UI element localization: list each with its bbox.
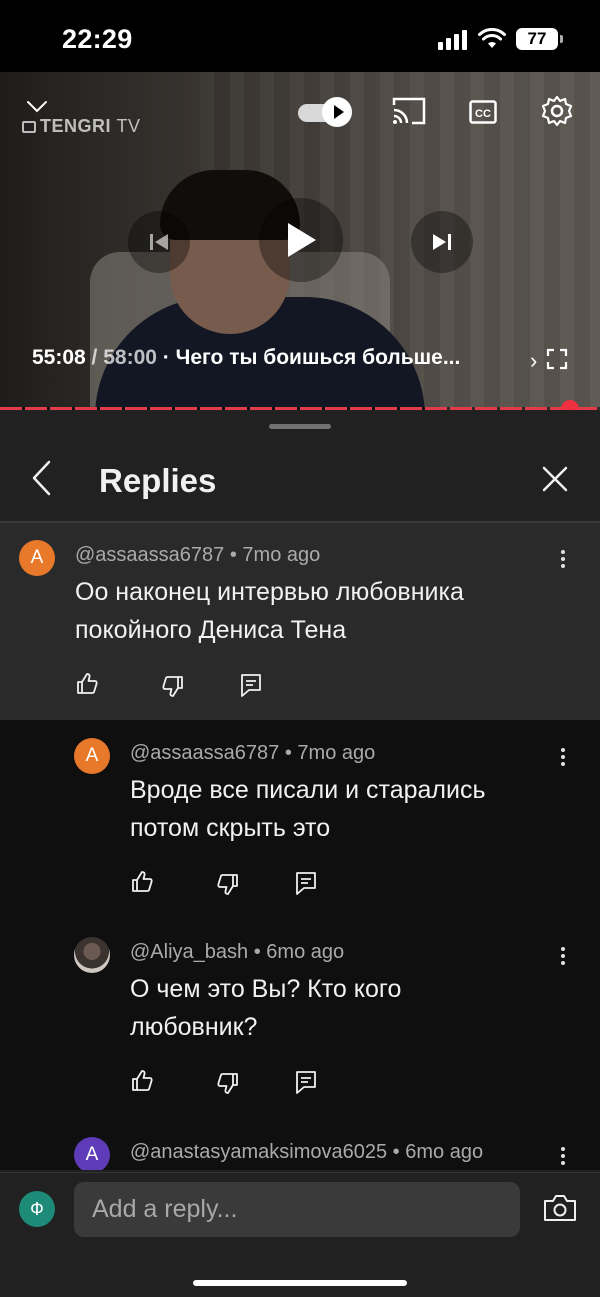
dislike-icon[interactable] <box>216 1071 240 1095</box>
fullscreen-icon[interactable] <box>546 348 568 370</box>
comment-author[interactable]: @anastasyamaksimova6025 <box>130 1141 387 1163</box>
more-options-icon[interactable] <box>561 550 567 571</box>
chevron-right-icon[interactable]: › <box>530 348 537 374</box>
my-avatar: Ф <box>19 1191 55 1227</box>
like-icon[interactable] <box>130 1069 154 1093</box>
reply-comment: A @anastasyamaksimova6025 • 6mo ago <box>0 1120 600 1170</box>
home-indicator <box>193 1280 407 1286</box>
comment-author[interactable]: @assaassa6787 <box>75 544 224 566</box>
like-icon[interactable] <box>75 672 99 696</box>
comment-text: Оо наконец интервью любовника покойного … <box>75 578 464 644</box>
comment-meta: @assaassa6787 • 7mo ago <box>130 742 376 764</box>
sheet-header: Replies <box>0 440 600 520</box>
next-icon <box>433 234 451 250</box>
play-small-icon <box>322 97 352 127</box>
comment-meta: @anastasyamaksimova6025 • 6mo ago <box>130 1141 484 1163</box>
parent-comment: A @assaassa6787 • 7mo ago Оо наконец инт… <box>0 523 600 720</box>
comment-text: О чем это Вы? Кто кого любовник? <box>130 975 402 1041</box>
avatar[interactable]: A <box>74 738 110 774</box>
dislike-icon[interactable] <box>216 872 240 896</box>
more-options-icon[interactable] <box>561 1147 567 1168</box>
replies-list[interactable]: A @assaassa6787 • 7mo ago Оо наконец инт… <box>0 523 600 1170</box>
status-bar: 22:29 77 <box>0 0 600 72</box>
avatar[interactable] <box>74 937 110 973</box>
comment-text: Вроде все писали и старались потом скрыт… <box>130 776 486 842</box>
settings-gear-icon[interactable] <box>541 95 573 127</box>
back-arrow-icon[interactable] <box>30 460 52 496</box>
comment-age: 7mo ago <box>242 544 321 566</box>
camera-icon[interactable] <box>543 1194 577 1222</box>
comment-age: 6mo ago <box>405 1141 484 1163</box>
dislike-icon[interactable] <box>161 674 185 698</box>
replies-sheet: Replies A @assaassa6787 • 7mo ago Оо нак… <box>0 410 600 1297</box>
autoplay-toggle[interactable] <box>298 97 354 127</box>
close-icon[interactable] <box>542 466 568 492</box>
comment-meta: @Aliya_bash • 6mo ago <box>130 941 345 963</box>
comment-author[interactable]: @Aliya_bash <box>130 941 248 963</box>
previous-button[interactable] <box>128 211 190 273</box>
reply-icon[interactable] <box>294 870 318 896</box>
captions-icon[interactable]: CC <box>469 100 497 124</box>
more-options-icon[interactable] <box>561 748 567 769</box>
play-button[interactable] <box>259 198 343 282</box>
avatar[interactable]: A <box>74 1137 110 1170</box>
sheet-grabber[interactable] <box>269 424 331 429</box>
current-time: 55:08 <box>32 346 86 369</box>
comment-age: 7mo ago <box>297 742 376 764</box>
cast-icon[interactable] <box>392 96 426 126</box>
wifi-icon <box>478 28 506 48</box>
reply-icon[interactable] <box>239 672 263 698</box>
reply-input[interactable] <box>74 1182 520 1237</box>
avatar[interactable]: A <box>19 540 55 576</box>
chevron-down-icon[interactable] <box>26 100 48 114</box>
comment-author[interactable]: @assaassa6787 <box>130 742 279 764</box>
reply-comment: A @assaassa6787 • 7mo ago Вроде все писа… <box>0 720 600 920</box>
comment-age: 6mo ago <box>266 941 345 963</box>
like-icon[interactable] <box>130 870 154 894</box>
cellular-signal-icon <box>438 30 470 50</box>
reply-comment: @Aliya_bash • 6mo ago О чем это Вы? Кто … <box>0 920 600 1120</box>
play-icon <box>288 223 316 257</box>
next-button[interactable] <box>411 211 473 273</box>
video-title[interactable]: · Чего ты боишься больше... <box>163 346 461 369</box>
tv-play-icon <box>22 121 36 133</box>
svg-text:CC: CC <box>475 108 491 120</box>
previous-icon <box>150 234 168 250</box>
reply-icon[interactable] <box>294 1069 318 1095</box>
comment-meta: @assaassa6787 • 7mo ago <box>75 544 321 566</box>
more-options-icon[interactable] <box>561 947 567 968</box>
battery-indicator: 77 <box>516 28 563 50</box>
status-time: 22:29 <box>62 24 133 54</box>
sheet-title: Replies <box>99 462 217 499</box>
duration: 58:00 <box>103 346 157 369</box>
video-time-title[interactable]: 55:08 / 58:00 · Чего ты боишься больше..… <box>32 346 460 370</box>
channel-logo: TENGRI TV <box>22 116 141 137</box>
reply-bar: Ф <box>0 1172 600 1297</box>
